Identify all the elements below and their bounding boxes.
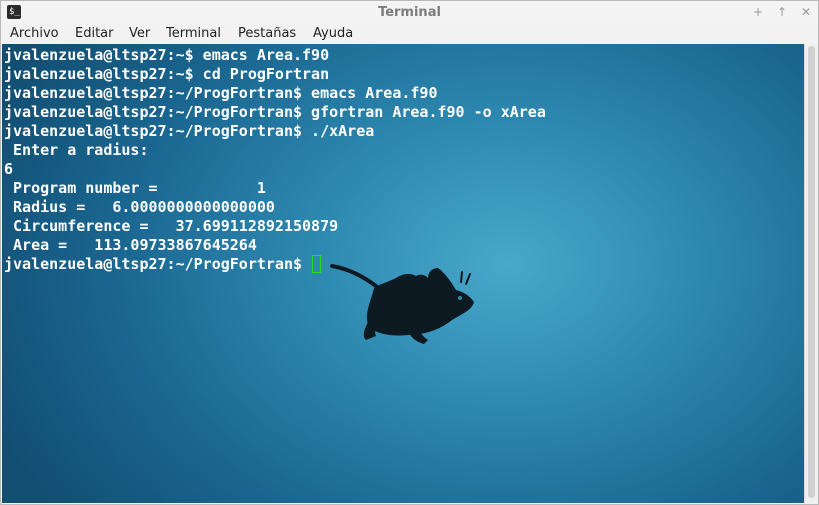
terminal-line: Circumference = 37.699112892150879 <box>4 217 339 235</box>
title-bar[interactable]: $_ Terminal + ↑ ✕ <box>1 1 818 24</box>
minimize-icon[interactable]: + <box>752 4 764 20</box>
terminal-line: Enter a radius: <box>4 141 149 159</box>
terminal-window: $_ Terminal + ↑ ✕ Archivo Editar Ver Ter… <box>0 0 819 505</box>
menu-archivo[interactable]: Archivo <box>10 25 59 43</box>
menu-editar[interactable]: Editar <box>75 25 114 43</box>
terminal-line: Area = 113.09733867645264 <box>4 236 257 254</box>
terminal-line: jvalenzuela@ltsp27:~/ProgFortran$ gfortr… <box>4 103 546 121</box>
terminal-line: 6 <box>4 160 14 178</box>
terminal-line: Program number = 1 <box>4 179 266 197</box>
scrollbar-thumb[interactable] <box>808 46 815 498</box>
maximize-icon[interactable]: ↑ <box>776 4 788 20</box>
window-title: Terminal <box>378 5 441 20</box>
terminal-line: jvalenzuela@ltsp27:~$ cd ProgFortran <box>4 65 330 83</box>
terminal-line: Radius = 6.0000000000000000 <box>4 198 275 216</box>
terminal-line: jvalenzuela@ltsp27:~/ProgFortran$ emacs … <box>4 84 438 102</box>
menu-bar: Archivo Editar Ver Terminal Pestañas Ayu… <box>1 24 818 44</box>
text-cursor <box>312 255 322 273</box>
terminal-line: jvalenzuela@ltsp27:~$ emacs Area.f90 <box>4 46 330 64</box>
terminal-area[interactable]: jvalenzuela@ltsp27:~$ emacs Area.f90 jval… <box>2 44 804 503</box>
menu-pestanas[interactable]: Pestañas <box>238 25 296 43</box>
vertical-scrollbar[interactable] <box>804 44 818 503</box>
menu-terminal[interactable]: Terminal <box>166 25 221 43</box>
terminal-line: jvalenzuela@ltsp27:~/ProgFortran$ ./xAre… <box>4 122 375 140</box>
terminal-output: jvalenzuela@ltsp27:~$ emacs Area.f90 jval… <box>4 46 546 274</box>
menu-ayuda[interactable]: Ayuda <box>313 25 353 43</box>
close-icon[interactable]: ✕ <box>800 4 812 20</box>
terminal-line: jvalenzuela@ltsp27:~/ProgFortran$ <box>4 255 312 273</box>
xfce-mouse-icon <box>330 264 474 344</box>
menu-ver[interactable]: Ver <box>129 25 150 43</box>
